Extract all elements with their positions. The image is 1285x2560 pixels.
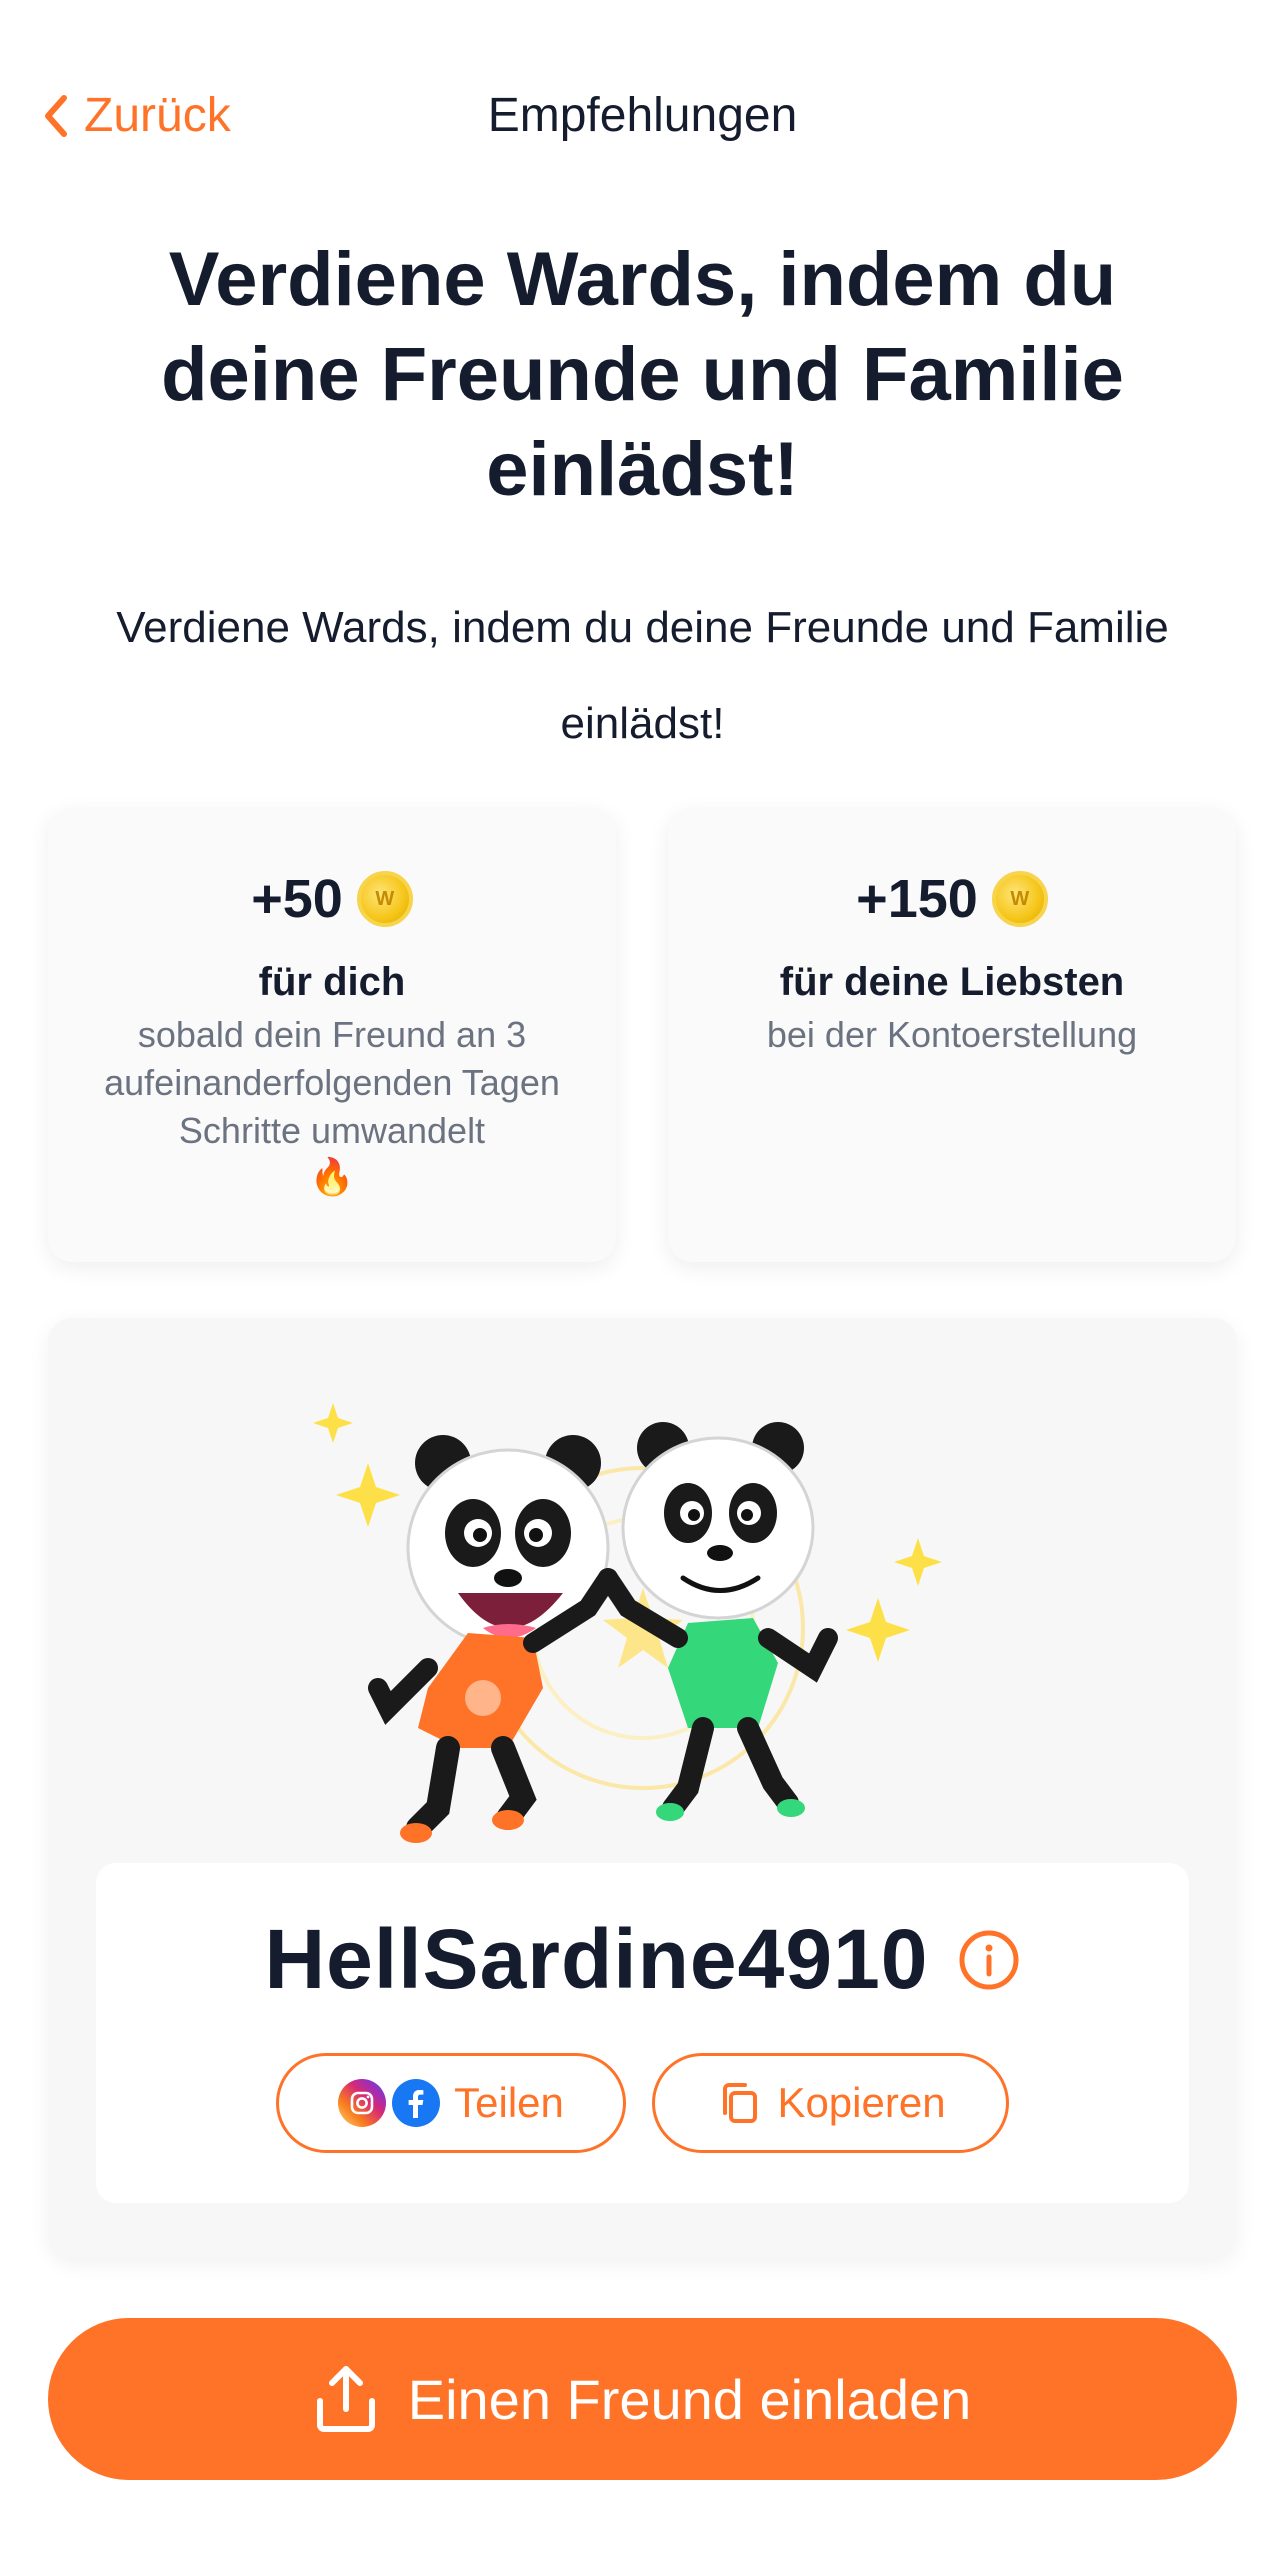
reward-heading: für deine Liebsten [779, 960, 1125, 1004]
page-title: Empfehlungen [487, 89, 798, 142]
nav-bar: Zurück Empfehlungen [0, 70, 1285, 160]
copy-label: Kopieren [777, 2079, 946, 2126]
invite-friend-label: Einen Freund einladen [407, 2367, 972, 2431]
reward-description: sobald dein Freund an 3 aufeinanderfolge… [82, 1011, 582, 1199]
reward-amount-row: +150 W [668, 868, 1236, 930]
invite-panel: HellSardine4910 Teilen Kopieren [48, 1318, 1237, 2258]
reward-amount-row: +50 W [48, 868, 616, 930]
reward-card-you: +50 W für dich sobald dein Freund an 3 a… [48, 808, 616, 1262]
reward-amount: +150 [856, 869, 978, 929]
referral-code-row: HellSardine4910 [96, 1911, 1189, 2008]
ward-coin-icon: W [356, 871, 413, 927]
invite-friend-button[interactable]: Einen Freund einladen [48, 2318, 1237, 2480]
share-button[interactable]: Teilen [276, 2053, 626, 2153]
info-icon[interactable] [957, 1928, 1021, 1992]
facebook-icon [392, 2079, 441, 2127]
copy-icon [723, 2083, 758, 2123]
reward-amount: +50 [251, 869, 343, 929]
ward-coin-icon: W [991, 871, 1048, 927]
panda-high-five-illustration [313, 1403, 942, 1884]
share-label: Teilen [454, 2079, 564, 2126]
hero-subtitle: Verdiene Wards, indem du deine Freunde u… [116, 603, 1169, 748]
share-actions: Teilen Kopieren [96, 2053, 1189, 2153]
reward-description: bei der Kontoerstellung [766, 1014, 1138, 1055]
hero-title: Verdiene Wards, indem du deine Freunde u… [161, 237, 1124, 512]
fire-icon: 🔥 [309, 1156, 355, 1197]
share-icon [316, 2366, 375, 2432]
referral-code-box: HellSardine4910 Teilen Kopieren [96, 1863, 1189, 2203]
reward-card-loved-ones: +150 W für deine Liebsten bei der Kontoe… [668, 808, 1236, 1262]
instagram-icon [338, 2079, 387, 2127]
copy-button[interactable]: Kopieren [652, 2053, 1009, 2153]
referral-code: HellSardine4910 [264, 1912, 929, 2006]
reward-heading: für dich [258, 960, 406, 1004]
